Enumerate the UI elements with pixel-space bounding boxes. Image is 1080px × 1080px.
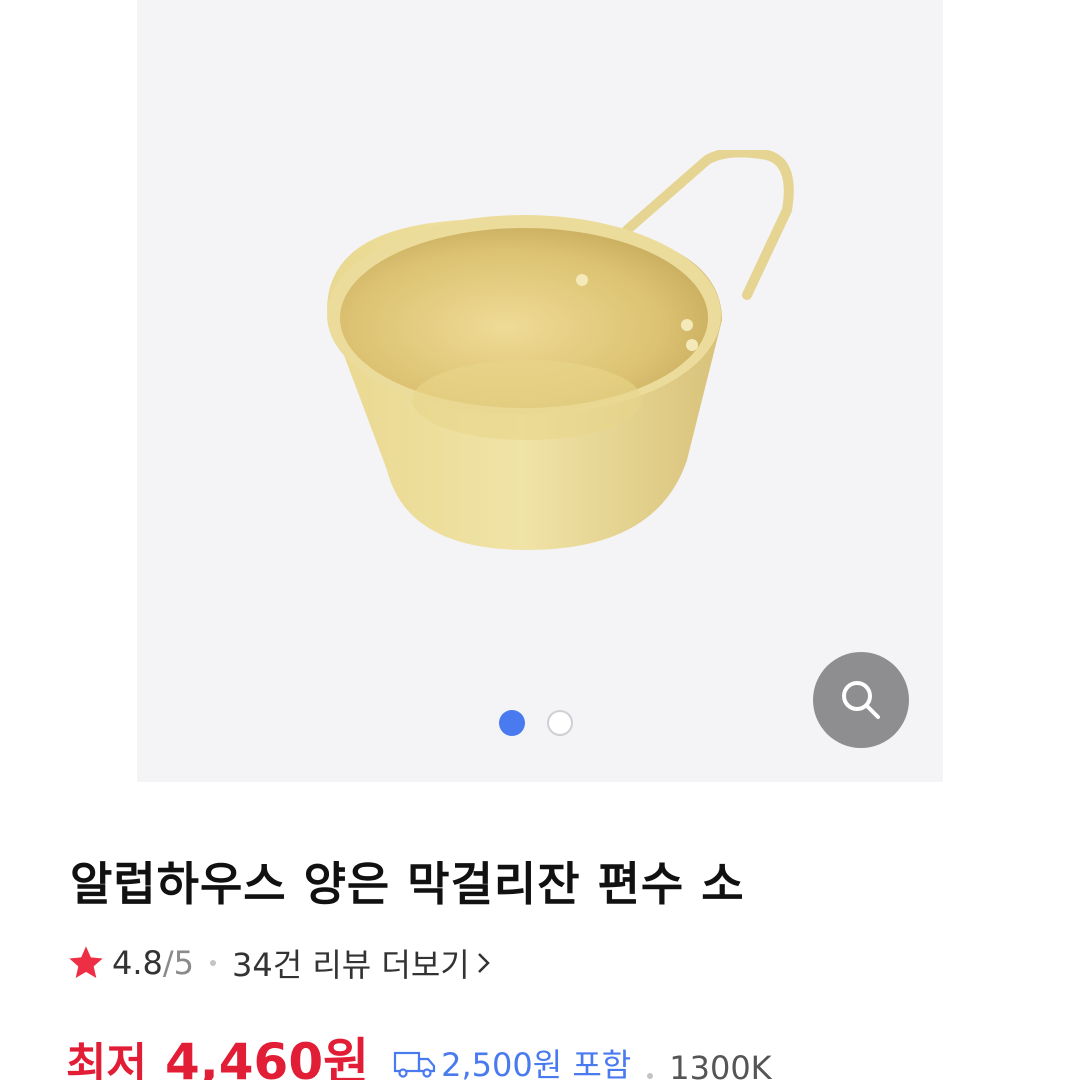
review-more-link[interactable]: 34건 리뷰 더보기	[232, 940, 492, 986]
rating-row: 4.8 /5 34건 리뷰 더보기	[66, 940, 492, 986]
zoom-button[interactable]	[813, 652, 909, 748]
search-icon	[842, 681, 880, 719]
lowest-price: 4,460원	[164, 1033, 370, 1080]
shipping-info: 2,500원 포함	[393, 1040, 631, 1080]
gallery-dot-active[interactable]	[499, 710, 525, 736]
price-label: 최저	[66, 1039, 147, 1080]
rating-max: /5	[162, 944, 195, 982]
gallery-pagination	[499, 710, 573, 736]
review-link-label: 34건 리뷰 더보기	[232, 946, 470, 984]
product-detail-page: 알럽하우스 양은 막걸리잔 편수 소 4.8 /5 34건 리뷰 더보기 최저 …	[0, 0, 1080, 1080]
product-image-gallery[interactable]	[137, 0, 943, 782]
separator-dot	[210, 960, 217, 966]
product-title: 알럽하우스 양은 막걸리잔 편수 소	[70, 857, 745, 911]
chevron-right-icon	[477, 953, 490, 973]
product-image	[327, 150, 794, 550]
shipping-label: 2,500원 포함	[441, 1046, 632, 1080]
seller-name[interactable]: 1300K	[669, 1049, 771, 1080]
price-row: 최저 4,460원 2,500원 포함 1300K	[66, 1022, 772, 1080]
gallery-dot[interactable]	[547, 710, 573, 736]
truck-icon	[394, 1051, 436, 1078]
separator-dot	[647, 1073, 654, 1079]
rating-value: 4.8	[112, 944, 163, 982]
star-icon	[69, 946, 103, 978]
